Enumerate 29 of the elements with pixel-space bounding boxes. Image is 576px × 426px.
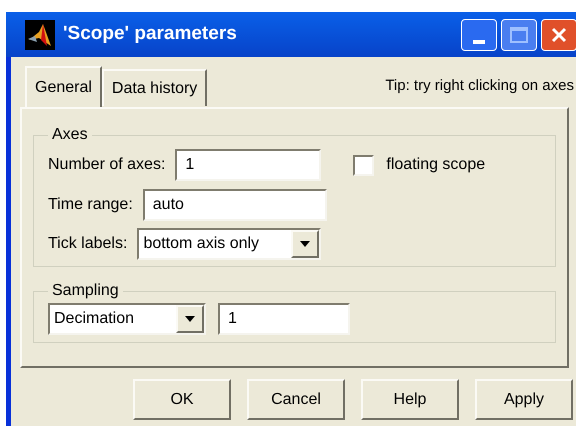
sampling-field[interactable]: 1 <box>218 303 350 335</box>
field-label: Number of axes: <box>48 155 166 175</box>
field-label: Time range: <box>48 195 133 215</box>
tab[interactable]: General <box>25 66 102 107</box>
dialog-button[interactable]: Apply <box>475 379 573 420</box>
time-range-field[interactable]: auto <box>142 189 327 221</box>
caret-icon <box>300 241 310 247</box>
group-title: Axes <box>51 125 89 145</box>
minimize-button[interactable] <box>461 18 497 50</box>
group-title: Sampling <box>51 281 120 301</box>
window-title: 'Scope' parameters <box>63 22 237 46</box>
dialog-button[interactable]: Cancel <box>247 379 345 420</box>
checkbox-label: floating scope <box>386 155 486 175</box>
tip-text: Tip: try right clicking on axes <box>385 76 574 96</box>
dialog-button[interactable]: Help <box>361 379 459 420</box>
close-button[interactable] <box>541 18 576 50</box>
tab[interactable]: Data history <box>102 69 208 106</box>
caret-icon <box>185 316 195 322</box>
logo-icon <box>25 20 55 50</box>
field-label: Tick labels: <box>48 234 128 254</box>
close-icon <box>551 26 567 42</box>
number-field[interactable]: 1 <box>175 149 322 181</box>
maximize-button[interactable] <box>501 18 537 50</box>
maximize-icon <box>510 26 528 42</box>
checkbox[interactable] <box>353 154 374 176</box>
tick-labels-dropdown[interactable]: bottom axis only <box>137 228 322 260</box>
sampling-dropdown[interactable]: Decimation <box>48 303 206 335</box>
dialog-button[interactable]: OK <box>133 379 231 420</box>
minimize-icon <box>473 40 485 44</box>
